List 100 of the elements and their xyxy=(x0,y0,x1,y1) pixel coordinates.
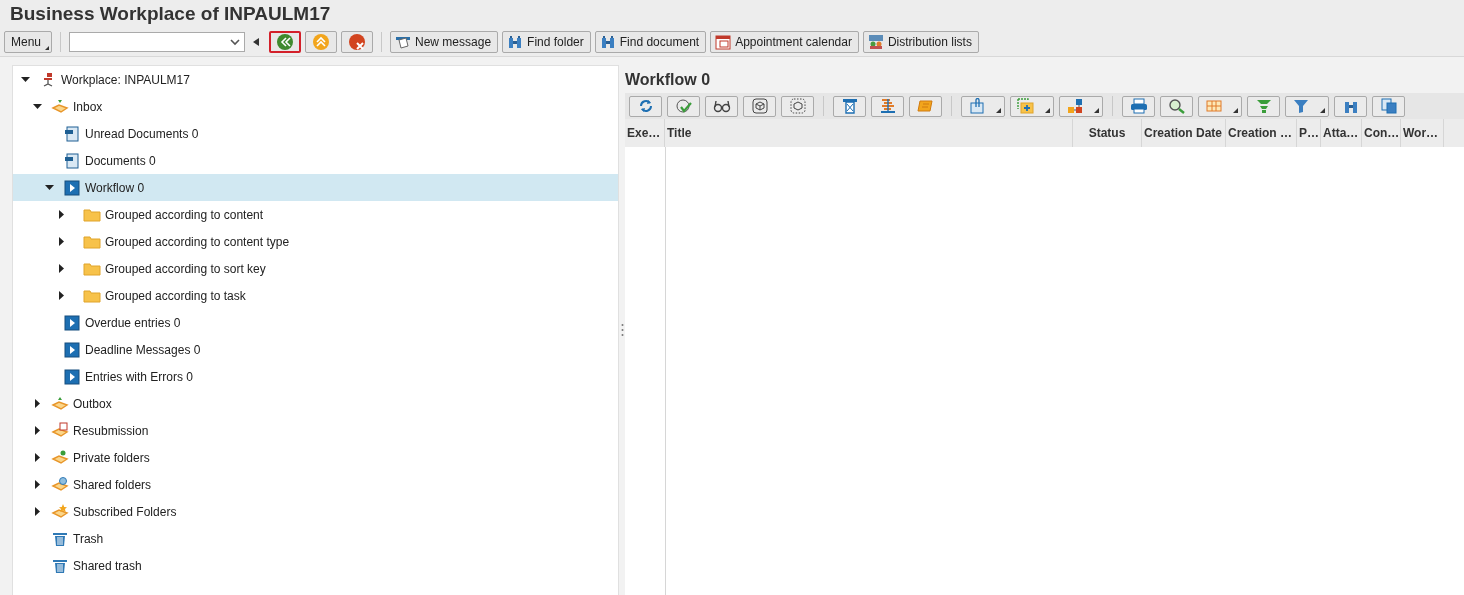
toolbar-icon-button[interactable] xyxy=(871,95,904,117)
menu-button[interactable]: Menu xyxy=(4,31,53,53)
dropdown-corner-icon[interactable] xyxy=(45,46,50,50)
tree-item[interactable]: Shared trash xyxy=(13,552,618,579)
tree-item[interactable]: Subscribed Folders xyxy=(13,498,618,525)
expand-triangle-icon[interactable] xyxy=(57,264,66,273)
expand-triangle-icon[interactable] xyxy=(33,480,42,489)
content-title: Workflow 0 xyxy=(625,65,1464,93)
tree-item[interactable]: Documents 0 xyxy=(13,147,618,174)
tree-label: Workflow 0 xyxy=(85,180,145,195)
column-header[interactable]: Creation Date xyxy=(1142,119,1226,147)
expand-triangle-icon[interactable] xyxy=(33,453,42,462)
toolbar-icon-button[interactable] xyxy=(1059,95,1103,117)
people-icon xyxy=(867,34,884,50)
column-header[interactable]: Creation … xyxy=(1226,119,1297,147)
toolbar-button[interactable]: Find folder xyxy=(502,31,591,53)
toolbar-icon-button[interactable] xyxy=(1122,95,1155,117)
tree-item[interactable]: Private folders xyxy=(13,444,618,471)
column-header[interactable]: P… xyxy=(1297,119,1321,147)
column-header[interactable]: Title xyxy=(665,119,1073,147)
column-header[interactable]: Wor… xyxy=(1401,119,1444,147)
expand-triangle-icon[interactable] xyxy=(57,291,66,300)
tree-item[interactable]: Deadline Messages 0 xyxy=(13,336,618,363)
tree-label: Grouped according to content type xyxy=(105,234,290,249)
tree-label: Subscribed Folders xyxy=(73,504,177,519)
dropdown-corner-icon[interactable] xyxy=(1233,107,1238,113)
tree-item[interactable]: Overdue entries 0 xyxy=(13,309,618,336)
expand-triangle-icon[interactable] xyxy=(33,507,42,516)
column-header[interactable]: Status xyxy=(1073,119,1142,147)
play-icon xyxy=(63,367,81,386)
document-icon xyxy=(63,151,81,170)
message-icon xyxy=(395,34,412,50)
tree-label: Grouped according to content xyxy=(105,207,264,222)
splitter-handle-icon[interactable] xyxy=(620,323,624,337)
column-header[interactable]: Exe… xyxy=(625,119,665,147)
toolbar-icon-button[interactable] xyxy=(1160,95,1193,117)
tree-item[interactable]: Grouped according to sort key xyxy=(13,255,618,282)
zoom-icon xyxy=(1167,98,1186,114)
cancel-icon xyxy=(347,32,368,52)
tree-label: Overdue entries 0 xyxy=(85,315,181,330)
collapse-triangle-icon[interactable] xyxy=(21,75,30,84)
dropdown-corner-icon[interactable] xyxy=(996,107,1001,113)
column-header[interactable]: Con… xyxy=(1362,119,1401,147)
tree-item[interactable]: Workflow 0 xyxy=(13,174,618,201)
expand-triangle-icon[interactable] xyxy=(57,237,66,246)
tree-item[interactable]: Inbox xyxy=(13,93,618,120)
tree-label: Grouped according to task xyxy=(105,288,246,303)
back-button[interactable] xyxy=(269,31,302,53)
command-field[interactable] xyxy=(69,32,246,52)
toolbar-icon-button[interactable] xyxy=(1285,95,1329,117)
tree-item[interactable]: Workplace: INPAULM17 xyxy=(13,66,618,93)
dropdown-corner-icon[interactable] xyxy=(1320,107,1325,113)
tree-item[interactable]: Outbox xyxy=(13,390,618,417)
dotted-cube-icon xyxy=(788,98,807,114)
tree-label: Resubmission xyxy=(73,423,149,438)
expand-triangle-icon[interactable] xyxy=(33,399,42,408)
tree-label: Unread Documents 0 xyxy=(85,126,199,141)
collapse-triangle-icon[interactable] xyxy=(45,183,54,192)
paperclip-icon xyxy=(968,98,986,114)
toolbar-button[interactable]: Find document xyxy=(594,31,707,53)
add-folder-icon xyxy=(1017,98,1035,114)
tree-label: Grouped according to sort key xyxy=(105,261,266,276)
collapse-arrow-icon[interactable] xyxy=(253,38,260,46)
tree-item[interactable]: Entries with Errors 0 xyxy=(13,363,618,390)
toolbar-icon-button[interactable] xyxy=(629,95,662,117)
tree-item[interactable]: Grouped according to content type xyxy=(13,228,618,255)
grid-icon xyxy=(1205,98,1223,114)
play-icon xyxy=(63,178,81,197)
toolbar-icon-button[interactable] xyxy=(667,95,700,117)
collapse-triangle-icon[interactable] xyxy=(33,102,42,111)
toolbar-icon-button[interactable] xyxy=(833,95,866,117)
tree-item[interactable]: Trash xyxy=(13,525,618,552)
align-icon xyxy=(878,98,897,114)
tree-item[interactable]: Shared folders xyxy=(13,471,618,498)
expand-triangle-icon[interactable] xyxy=(57,210,66,219)
cube-icon xyxy=(750,98,769,114)
toolbar-button[interactable]: Distribution lists xyxy=(862,31,979,53)
tree-item[interactable]: Grouped according to content xyxy=(13,201,618,228)
toolbar-icon-button[interactable] xyxy=(705,95,738,117)
toolbar-icon-button[interactable] xyxy=(781,95,814,117)
dropdown-corner-icon[interactable] xyxy=(1094,107,1099,113)
tree-item[interactable]: Grouped according to task xyxy=(13,282,618,309)
toolbar-button[interactable]: Appointment calendar xyxy=(710,31,859,53)
blocks-icon xyxy=(1066,98,1084,114)
cancel-button[interactable] xyxy=(341,31,374,53)
print-icon xyxy=(1129,98,1148,114)
dropdown-corner-icon[interactable] xyxy=(1045,107,1050,113)
toolbar-button[interactable]: New message xyxy=(390,31,499,53)
copy-icon xyxy=(1379,98,1398,114)
tree-label: Inbox xyxy=(73,99,103,114)
expand-triangle-icon[interactable] xyxy=(33,426,42,435)
binoculars-icon xyxy=(507,34,524,50)
document-icon xyxy=(63,124,81,143)
toolbar-icon-button[interactable] xyxy=(1334,95,1367,117)
column-header[interactable]: Atta… xyxy=(1321,119,1362,147)
toolbar-icon-button[interactable] xyxy=(1010,95,1054,117)
toolbar-icon-button[interactable] xyxy=(1372,95,1405,117)
tree-item[interactable]: Unread Documents 0 xyxy=(13,120,618,147)
tree-item[interactable]: Resubmission xyxy=(13,417,618,444)
toolbar-icon-button[interactable] xyxy=(743,95,776,117)
